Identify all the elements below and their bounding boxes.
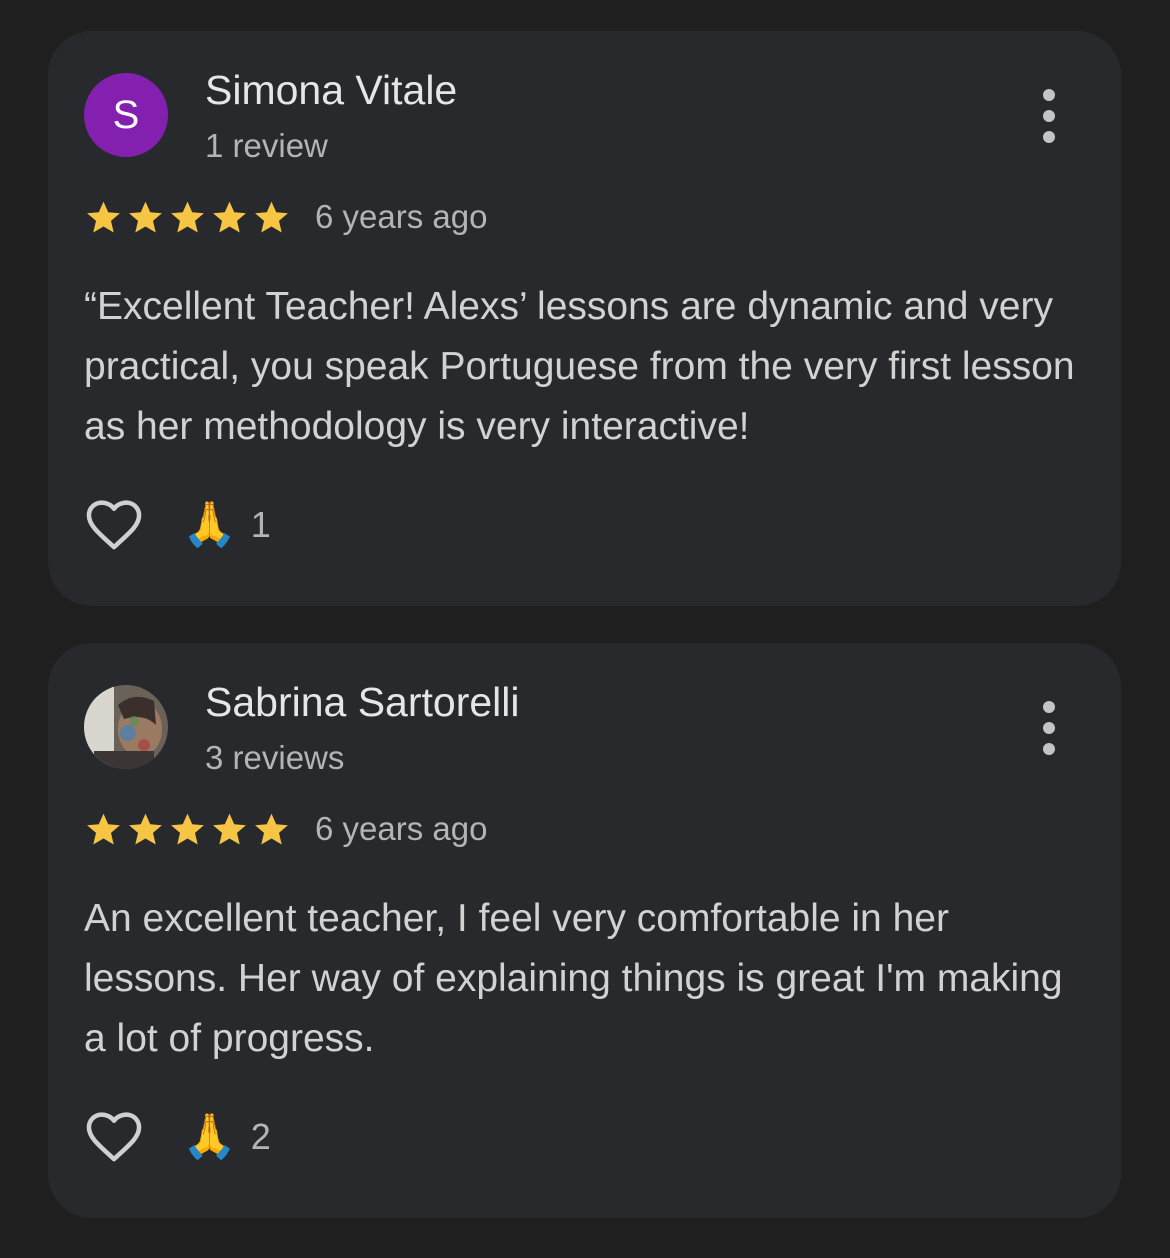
reaction-count: 1 xyxy=(250,504,271,545)
reaction-button[interactable]: 🙏 2 xyxy=(182,1115,271,1159)
reviewer-review-count: 1 review xyxy=(205,127,328,164)
star-rating xyxy=(84,810,291,849)
rating-row: 6 years ago xyxy=(84,805,487,853)
heart-outline-icon[interactable] xyxy=(82,1105,146,1169)
folded-hands-icon: 🙏 xyxy=(182,499,237,550)
review-text: “Excellent Teacher! Alexs’ lessons are d… xyxy=(84,285,1075,448)
star-rating xyxy=(84,198,291,237)
review-text: An excellent teacher, I feel very comfor… xyxy=(84,897,1063,1060)
review-card: Sabrina Sartorelli 3 reviews 6 years ago… xyxy=(48,643,1121,1218)
star-icon xyxy=(255,201,288,232)
rating-row: 6 years ago xyxy=(84,193,487,241)
star-icon xyxy=(171,201,204,232)
review-time: 6 years ago xyxy=(315,198,488,235)
star-icon xyxy=(129,201,162,232)
review-card: S Simona Vitale 1 review 6 years ago “Ex… xyxy=(48,31,1121,606)
more-options-icon[interactable] xyxy=(1027,89,1071,143)
reviewer-name[interactable]: Simona Vitale xyxy=(205,67,457,114)
avatar-photo xyxy=(84,685,168,769)
star-icon xyxy=(171,813,204,844)
star-icon xyxy=(255,813,288,844)
reaction-count: 2 xyxy=(250,1116,271,1157)
review-time: 6 years ago xyxy=(315,810,488,847)
reviewer-name[interactable]: Sabrina Sartorelli xyxy=(205,679,520,726)
star-icon xyxy=(87,813,120,844)
heart-outline-icon[interactable] xyxy=(82,493,146,557)
folded-hands-icon: 🙏 xyxy=(182,1111,237,1162)
reviewer-review-count: 3 reviews xyxy=(205,739,345,776)
review-actions: 🙏 2 xyxy=(82,1105,271,1169)
avatar[interactable] xyxy=(84,685,168,769)
star-icon xyxy=(129,813,162,844)
avatar[interactable]: S xyxy=(84,73,168,157)
star-icon xyxy=(213,813,246,844)
review-actions: 🙏 1 xyxy=(82,493,271,557)
reaction-button[interactable]: 🙏 1 xyxy=(182,503,271,547)
star-icon xyxy=(213,201,246,232)
more-options-icon[interactable] xyxy=(1027,701,1071,755)
star-icon xyxy=(87,201,120,232)
